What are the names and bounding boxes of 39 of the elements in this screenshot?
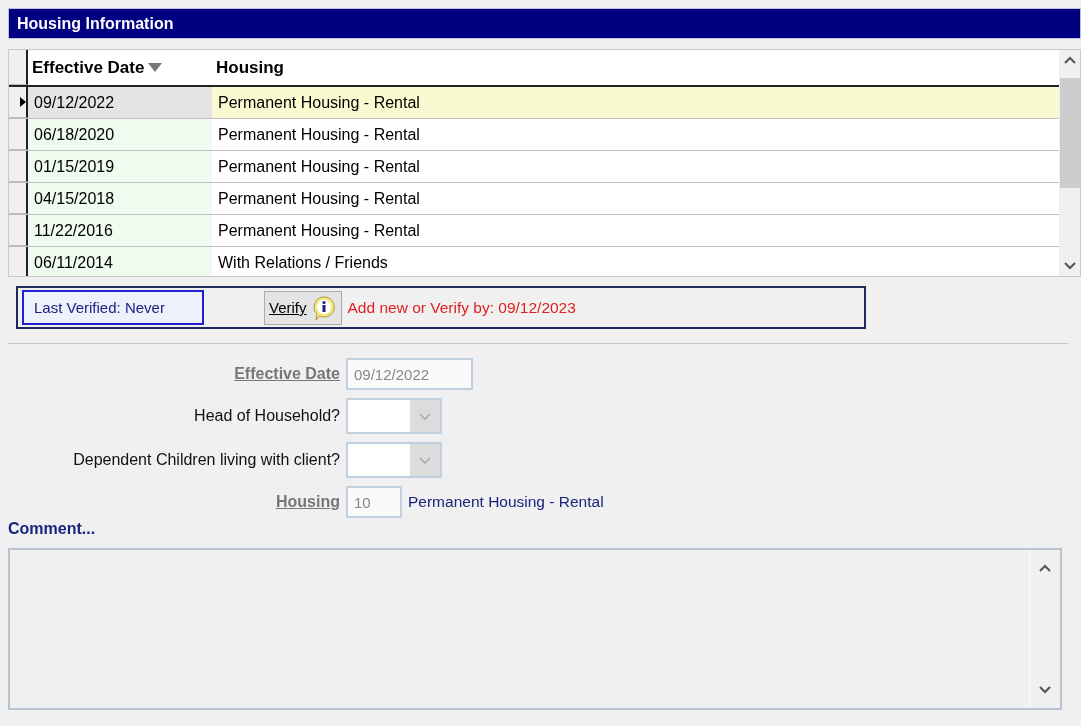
verify-due-text: Add new or Verify by: 09/12/2023	[347, 298, 576, 317]
row-selector[interactable]	[9, 247, 28, 276]
last-verified-status: Last Verified: Never	[22, 290, 204, 325]
verify-button[interactable]: Verify	[264, 290, 342, 325]
date-cell: 06/11/2014	[28, 247, 212, 276]
sort-down-icon	[148, 63, 163, 72]
row-selector[interactable]	[9, 151, 28, 182]
row-selector[interactable]	[9, 183, 28, 214]
scroll-up-icon[interactable]	[1039, 564, 1051, 572]
date-cell: 09/12/2022	[28, 87, 212, 118]
field-label: Housing	[276, 493, 340, 511]
row-selector[interactable]	[9, 87, 28, 118]
dropdown-field[interactable]	[346, 398, 442, 434]
comment-field[interactable]	[8, 548, 1062, 710]
field-label: Head of Household?	[194, 407, 340, 425]
field-label: Dependent Children living with client?	[73, 451, 340, 469]
date-field[interactable]: 09/12/2022	[346, 358, 473, 390]
row-selector[interactable]	[9, 215, 28, 246]
panel-title: Housing Information	[8, 8, 1081, 39]
current-row-icon	[20, 97, 26, 107]
column-header[interactable]: Effective Date	[28, 50, 212, 85]
info-icon	[310, 294, 337, 321]
date-cell: 11/22/2016	[28, 215, 212, 246]
column-header[interactable]: Housing	[212, 50, 1059, 85]
housing-cell: Permanent Housing - Rental	[212, 87, 1059, 118]
scroll-thumb[interactable]	[1059, 78, 1080, 188]
chevron-down-icon	[419, 412, 431, 420]
scroll-down-icon[interactable]	[1063, 262, 1076, 270]
date-cell: 06/18/2020	[28, 119, 212, 150]
date-cell: 04/15/2018	[28, 183, 212, 214]
field-label: Effective Date	[234, 365, 340, 383]
chevron-down-icon	[419, 456, 431, 464]
housing-description: Permanent Housing - Rental	[408, 493, 604, 511]
dropdown-field[interactable]	[346, 442, 442, 478]
scroll-down-icon[interactable]	[1039, 686, 1051, 694]
comment-label: Comment...	[8, 520, 97, 538]
row-selector[interactable]	[9, 119, 28, 150]
date-cell: 01/15/2019	[28, 151, 212, 182]
scroll-up-icon[interactable]	[1063, 56, 1076, 64]
